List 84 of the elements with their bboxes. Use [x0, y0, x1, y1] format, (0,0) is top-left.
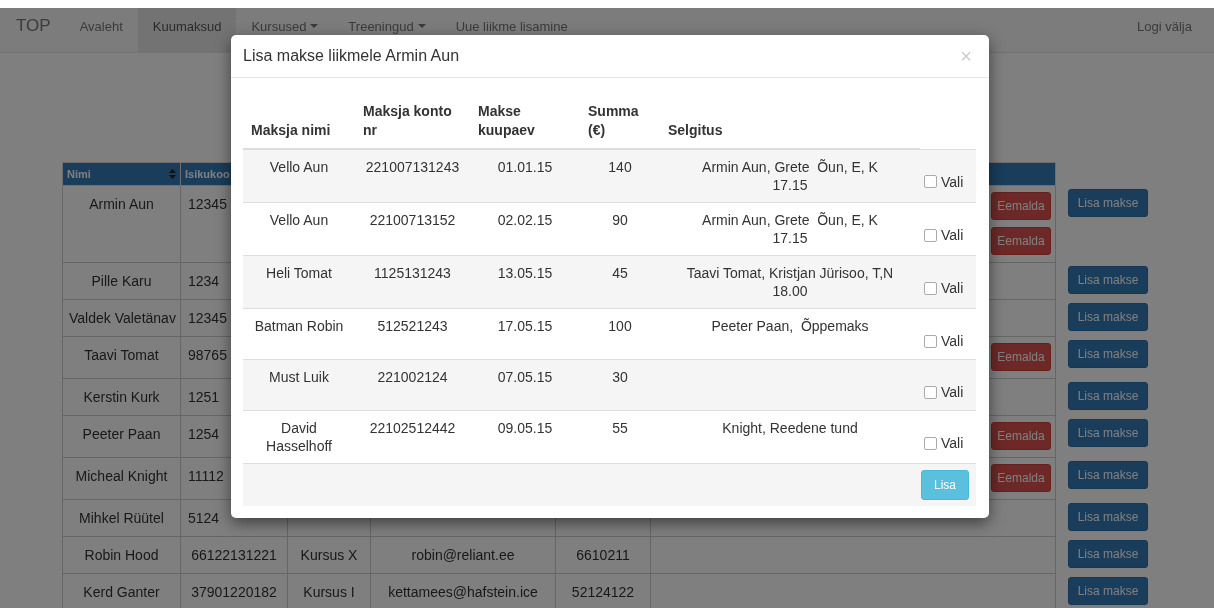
- table-cell: 512521243: [377, 318, 448, 334]
- table-cell: Vello Aun: [269, 159, 329, 175]
- nav-link[interactable]: Avaleht: [64, 8, 138, 52]
- table-cell: 55: [612, 420, 628, 436]
- table-cell: Kerd Ganter: [62, 573, 181, 608]
- add-payment-button[interactable]: Lisa makse: [1068, 539, 1148, 568]
- table-cell: 52124122: [555, 573, 651, 608]
- table-cell: Armin Aun: [62, 185, 181, 263]
- column-header[interactable]: Nimi: [62, 162, 181, 186]
- remove-button[interactable]: Eemalda: [991, 227, 1051, 255]
- table-cell: Pille Karu: [62, 262, 181, 300]
- modal-title: Lisa makse liikmele Armin Aun: [243, 47, 460, 65]
- table-cell: Valdek Valetänav: [62, 299, 181, 337]
- add-payment-button[interactable]: Lisa makse: [1068, 460, 1148, 489]
- table-cell: 6610211: [555, 536, 651, 574]
- table-cell: Peeter Paan: [62, 415, 181, 458]
- column-header: Maksja nimi: [251, 122, 331, 138]
- table-cell-text: Taavi Tomat, Kristjan Jürisoo, T,N 18.00: [686, 265, 895, 299]
- add-payment-button[interactable]: Lisa makse: [1068, 418, 1148, 447]
- checkbox-label[interactable]: Vali: [941, 382, 964, 402]
- add-payment-button[interactable]: Lisa makse: [1068, 576, 1148, 605]
- table-cell: 09.05.15: [497, 420, 553, 436]
- remove-button[interactable]: Eemalda: [991, 343, 1051, 371]
- column-header: Summa (€): [588, 103, 639, 138]
- table-cell: Micheal Knight: [62, 457, 181, 500]
- logout-link[interactable]: Logi välja: [1122, 8, 1214, 52]
- table-cell: 17.05.15: [497, 318, 553, 334]
- checkbox[interactable]: [924, 385, 937, 399]
- table-cell: Taavi Tomat: [62, 336, 181, 379]
- remove-button[interactable]: Eemalda: [991, 464, 1051, 492]
- checkbox[interactable]: [924, 228, 937, 242]
- checkbox[interactable]: [924, 436, 937, 450]
- table-cell: Kursus X: [287, 536, 371, 574]
- checkbox-label[interactable]: Vali: [941, 331, 964, 351]
- table-cell: 66122131221: [180, 536, 288, 574]
- table-cell: 221002124: [377, 369, 448, 385]
- add-payment-button[interactable]: Lisa makse: [1068, 265, 1148, 294]
- table-cell: kettamees@hafstein.ice: [370, 573, 556, 608]
- checkbox-label[interactable]: Vali: [941, 225, 964, 245]
- table-cell: 140: [608, 159, 632, 175]
- table-cell: 30: [612, 369, 628, 385]
- table-cell: 45: [612, 265, 628, 281]
- add-payment-button[interactable]: Lisa makse: [1068, 302, 1148, 331]
- close-button[interactable]: ×: [958, 46, 974, 66]
- checkbox-label[interactable]: Vali: [941, 433, 964, 453]
- remove-button[interactable]: Eemalda: [991, 422, 1051, 450]
- remove-button[interactable]: Eemalda: [991, 192, 1051, 220]
- column-header: Maksja konto nr: [363, 103, 452, 138]
- column-title: Isikukoo: [185, 168, 230, 180]
- table-cell: Robin Hood: [62, 536, 181, 574]
- table-cell: Kursus I: [287, 573, 371, 608]
- table-cell: 13.05.15: [497, 265, 553, 281]
- table-cell: Peeter Paan, Õppemaks: [711, 318, 869, 334]
- column-header: Selgitus: [668, 122, 723, 138]
- column-title: Nimi: [67, 168, 91, 180]
- table-cell: 07.05.15: [497, 369, 553, 385]
- table-cell: Kerstin Kurk: [62, 378, 181, 416]
- table-cell: 221007131243: [365, 159, 460, 175]
- table-cell: 02.02.15: [497, 212, 553, 228]
- checkbox[interactable]: [924, 281, 937, 295]
- add-payment-button[interactable]: Lisa makse: [1068, 381, 1148, 410]
- table-cell-text: Armin Aun, Grete Õun, E, K 17.15: [702, 159, 879, 193]
- table-cell: 90: [612, 212, 628, 228]
- table-cell: Knight, Reedene tund: [722, 420, 858, 436]
- table-cell: 1125131243: [374, 265, 451, 281]
- checkbox-label[interactable]: Vali: [941, 171, 964, 192]
- nav-link[interactable]: Kuumaksud: [137, 8, 237, 52]
- table-cell: 22102512442: [369, 420, 456, 436]
- table-cell: 37901220182: [180, 573, 288, 608]
- brand-link[interactable]: TOP: [2, 8, 65, 52]
- add-payment-button[interactable]: Lisa makse: [1068, 502, 1148, 531]
- table-cell: robin@reliant.ee: [370, 536, 556, 574]
- add-payment-button[interactable]: Lisa makse: [1068, 188, 1148, 217]
- table-cell: 01.01.15: [497, 159, 553, 175]
- table-cell: Mihkel Rüütel: [62, 499, 181, 537]
- table-cell-text: Armin Aun, Grete Õun, E, K 17.15: [702, 212, 879, 246]
- checkbox[interactable]: [924, 175, 937, 188]
- checkbox-label[interactable]: Vali: [941, 278, 964, 298]
- table-cell: 22100713152: [369, 212, 456, 228]
- table-cell: 100: [608, 318, 632, 334]
- add-button[interactable]: Lisa: [921, 470, 969, 500]
- add-payment-button[interactable]: Lisa makse: [1068, 339, 1148, 368]
- checkbox[interactable]: [924, 334, 937, 348]
- column-header: Makse kuupaev: [478, 103, 535, 138]
